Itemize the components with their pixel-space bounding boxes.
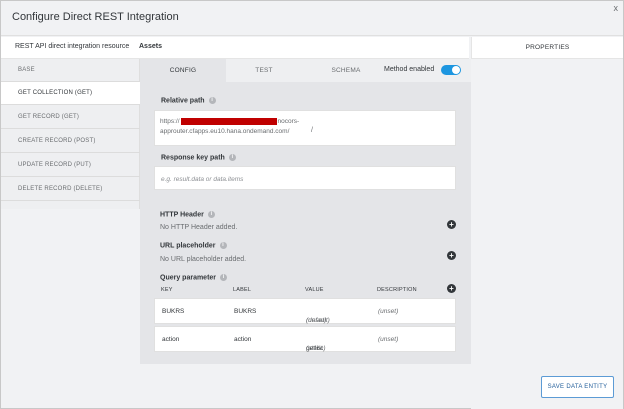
row-key: BUKRS — [162, 308, 185, 315]
method-enabled-toggle[interactable] — [441, 65, 461, 75]
table-row[interactable]: BUKRS BUKRS (unset) (default) (unset) — [154, 298, 456, 324]
redacted-block — [180, 117, 277, 125]
table-row[interactable]: action action getlist (static) (unset) — [154, 326, 456, 352]
url-placeholder-title: URL placeholder i — [160, 242, 227, 249]
tab-schema[interactable]: SCHEMA — [312, 59, 380, 82]
resource-value: Assets — [139, 43, 162, 50]
add-url-placeholder-icon[interactable]: + — [447, 251, 456, 260]
url-suffix: / — [311, 127, 313, 134]
info-icon: i — [219, 242, 227, 249]
http-header-title: HTTP Header i — [160, 211, 215, 218]
response-key-path-label: Response key path i — [161, 154, 236, 161]
relative-path-label-text: Relative path — [161, 97, 205, 105]
config-panel: CONFIG TEST SCHEMA Method enabled Relati… — [140, 59, 471, 364]
query-parameter-header: KEY LABEL VALUE DESCRIPTION — [154, 287, 456, 297]
row-label: BUKRS — [234, 308, 257, 315]
http-header-title-text: HTTP Header — [160, 211, 204, 219]
query-parameter-title-text: Query parameter — [160, 274, 217, 282]
close-icon[interactable]: x — [614, 3, 619, 13]
row-value-note: (static) — [306, 345, 326, 352]
dialog-title: Configure Direct REST Integration — [12, 11, 179, 23]
tab-test[interactable]: TEST — [226, 59, 302, 82]
properties-panel: PROPERTIES — [471, 37, 623, 409]
relative-path-value: https://nocors-approuter.cfapps.eu10.han… — [160, 117, 320, 137]
query-parameter-title: Query parameter i — [160, 274, 228, 282]
sidebar-item-delete-record[interactable]: DELETE RECORD (DELETE) — [1, 178, 140, 201]
row-description: (unset) — [378, 308, 399, 315]
method-enabled-label: Method enabled — [384, 66, 435, 73]
http-header-empty: No HTTP Header added. — [160, 224, 238, 231]
info-icon: i — [220, 274, 228, 281]
toggle-knob — [452, 66, 460, 74]
method-sidebar: BASE GET COLLECTION (GET) GET RECORD (GE… — [1, 59, 140, 209]
row-value-note: (default) — [306, 317, 330, 324]
url-placeholder-title-text: URL placeholder — [160, 242, 216, 250]
dialog-header: Configure Direct REST Integration x — [1, 1, 623, 36]
col-label: LABEL — [233, 287, 252, 293]
tab-config[interactable]: CONFIG — [140, 59, 226, 82]
response-key-path-label-text: Response key path — [161, 154, 225, 162]
save-data-entity-button[interactable]: SAVE DATA ENTITY — [541, 376, 614, 398]
tab-bar: CONFIG TEST SCHEMA Method enabled — [140, 59, 471, 82]
sidebar-item-get-collection[interactable]: GET COLLECTION (GET) — [1, 82, 140, 105]
url-prefix: https:// — [160, 118, 180, 125]
row-description: (unset) — [378, 336, 399, 343]
info-icon: i — [228, 154, 236, 161]
relative-path-label: Relative path i — [161, 97, 216, 104]
info-icon: i — [208, 97, 216, 104]
col-description: DESCRIPTION — [377, 287, 417, 293]
url-placeholder-empty: No URL placeholder added. — [160, 256, 247, 263]
add-http-header-icon[interactable]: + — [447, 220, 456, 229]
configure-dialog: Configure Direct REST Integration x REST… — [0, 0, 624, 409]
response-key-path-placeholder: e.g. result.data or data.items — [161, 176, 244, 183]
resource-bar: REST API direct integration resource Ass… — [1, 37, 469, 59]
row-key: action — [162, 336, 180, 343]
col-key: KEY — [161, 287, 173, 293]
sidebar-item-get-record[interactable]: GET RECORD (GET) — [1, 106, 140, 129]
sidebar-item-update-record[interactable]: UPDATE RECORD (PUT) — [1, 154, 140, 177]
relative-path-input[interactable]: https://nocors-approuter.cfapps.eu10.han… — [154, 110, 456, 146]
sidebar-item-create-record[interactable]: CREATE RECORD (POST) — [1, 130, 140, 153]
info-icon: i — [207, 211, 215, 218]
row-label: action — [234, 336, 252, 343]
resource-label: REST API direct integration resource — [15, 43, 130, 50]
col-value: VALUE — [305, 287, 324, 293]
sidebar-item-base[interactable]: BASE — [1, 59, 140, 82]
response-key-path-input[interactable]: e.g. result.data or data.items — [154, 166, 456, 190]
properties-header[interactable]: PROPERTIES — [471, 37, 623, 59]
